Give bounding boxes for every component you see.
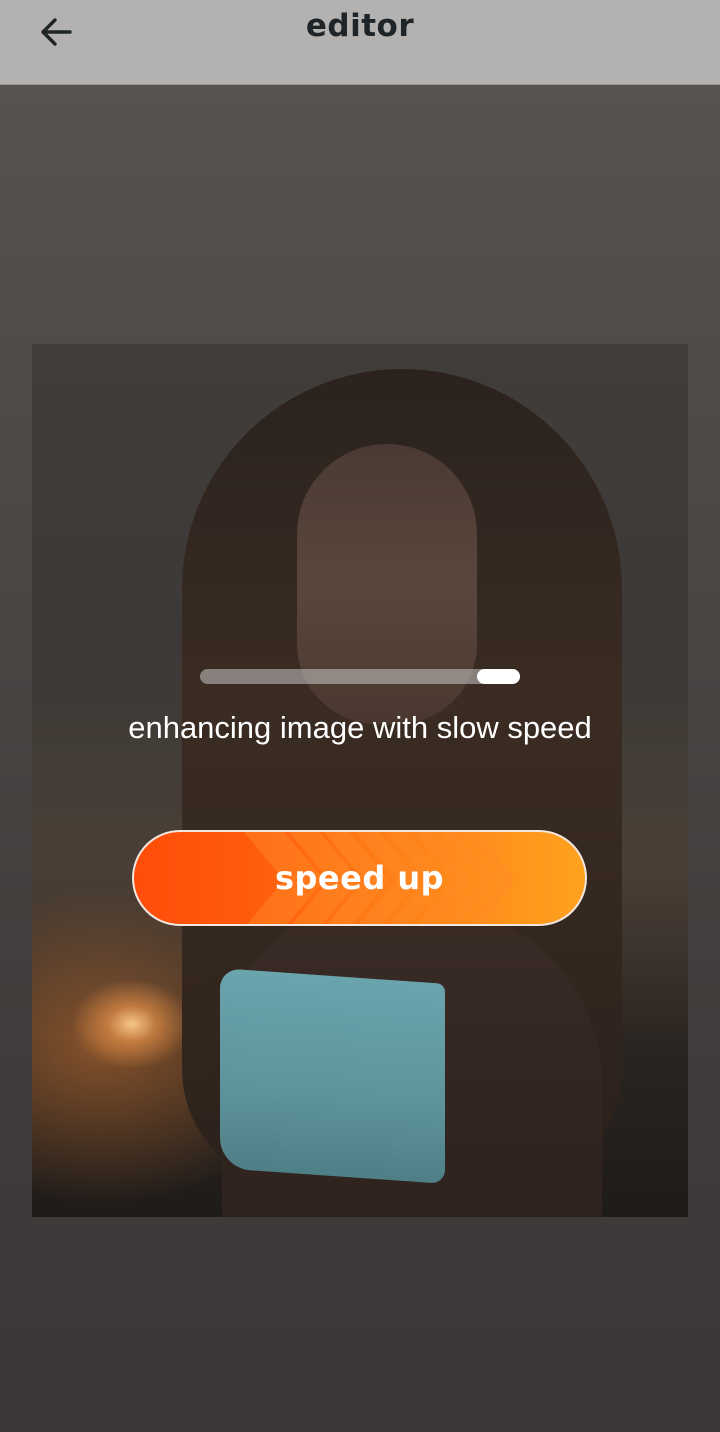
progress-indicator [477,669,520,684]
page-title: editor [305,8,415,44]
preview-image [32,344,688,1217]
top-app-bar: editor [0,0,720,85]
status-text: enhancing image with slow speed [128,710,592,745]
progress-bar [200,669,520,684]
speed-up-label: speed up [274,859,445,897]
image-subject-garment [220,968,445,1184]
speed-up-button[interactable]: speed up [132,830,587,926]
